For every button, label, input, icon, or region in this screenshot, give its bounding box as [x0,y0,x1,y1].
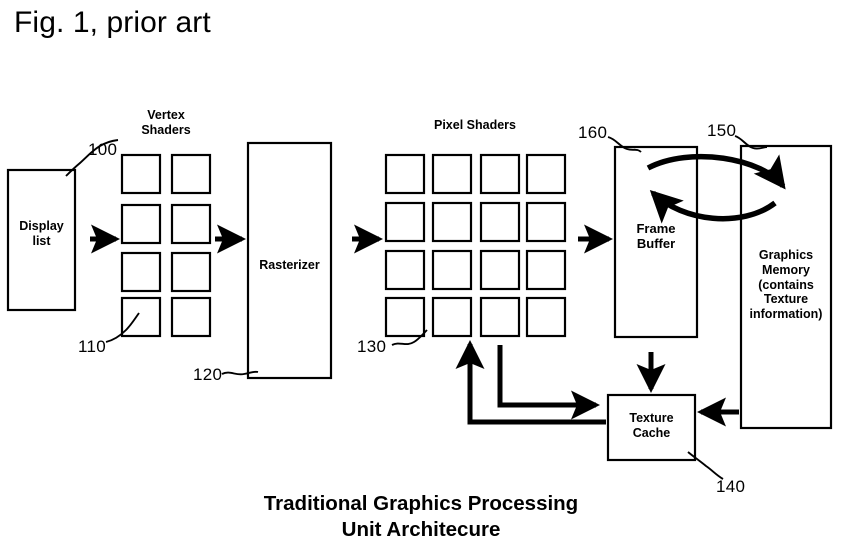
leader-160 [607,136,642,153]
graphics-memory-label: Graphics Memory (contains Texture inform… [749,248,823,321]
pixel-shaders-label: Pixel Shaders [434,118,516,132]
leader-140 [687,451,724,480]
ref-number-160: 160 [578,123,608,142]
leader-120 [221,370,259,376]
vertex-shaders-label: Vertex Shaders [141,108,191,137]
display-list-label: Display list [19,219,64,248]
rasterizer-label: Rasterizer [259,258,320,272]
leader-130 [391,329,428,346]
frame-memory-bidirectional-link [646,153,786,224]
ref-number-120: 120 [193,365,223,384]
pixel-shader-grid [384,153,567,338]
vertex-shader-grid [120,153,212,338]
figure-prior-art-gpu-architecture: Fig. 1, prior art Vertex Shaders Pixel S… [0,0,842,549]
texture-cache-label: Texture Cache [629,411,674,440]
path-texcache-to-pixel [455,340,606,425]
frame-buffer-label: Frame Buffer [636,221,676,252]
path-pixel-to-texcache [497,345,600,420]
diagram-canvas [6,135,833,480]
ref-number-150: 150 [707,121,737,140]
ref-number-100: 100 [88,140,118,159]
figure-caption: Traditional Graphics Processing Unit Arc… [263,492,579,542]
ref-number-130: 130 [357,337,387,356]
ref-number-110: 110 [78,337,107,356]
